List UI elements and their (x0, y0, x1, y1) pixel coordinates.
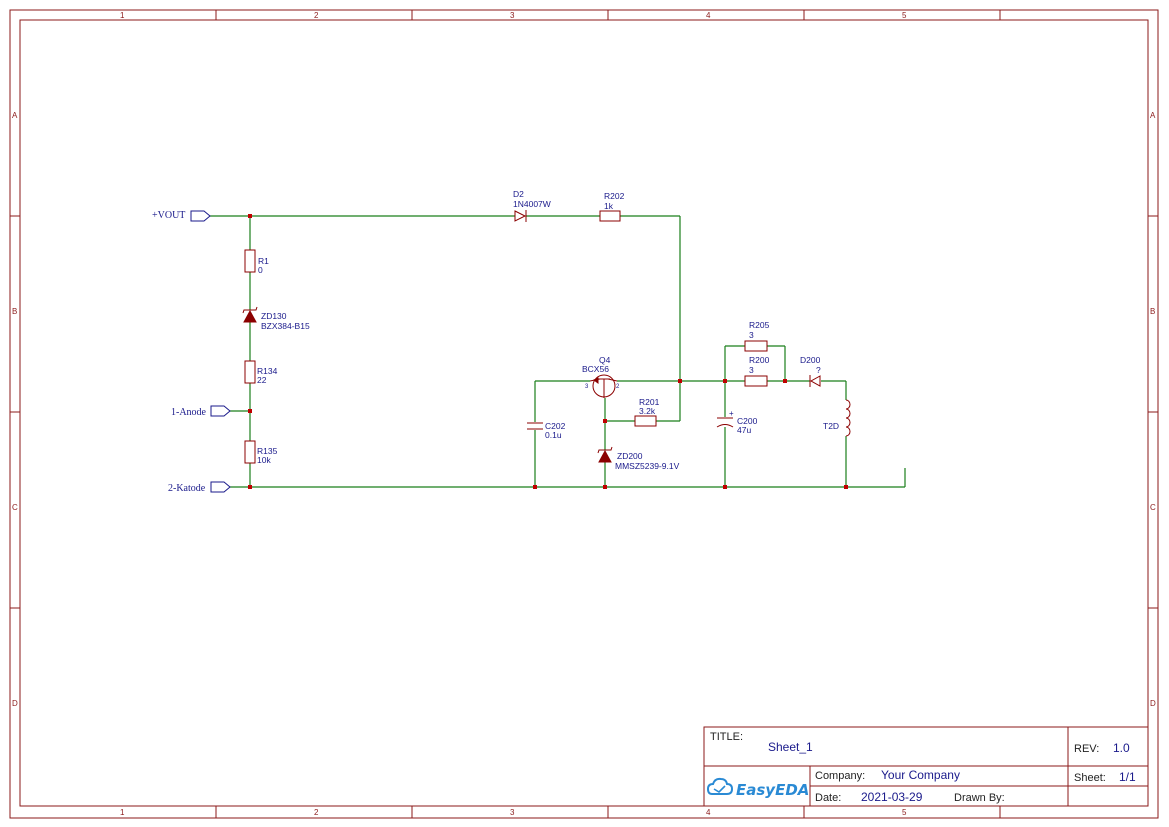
sheet-title: Sheet_1 (768, 740, 813, 754)
col-label-bottom: 5 (902, 808, 907, 817)
svg-text:0: 0 (258, 265, 263, 275)
svg-text:MMSZ5239-9.1V: MMSZ5239-9.1V (615, 461, 680, 471)
row-label-right: D (1150, 699, 1156, 708)
port-katode: 2-Katode (168, 481, 231, 494)
port-label: 1-Anode (171, 407, 207, 418)
svg-text:R205: R205 (749, 320, 770, 330)
svg-text:0.1u: 0.1u (545, 430, 562, 440)
svg-text:BCX56: BCX56 (582, 364, 609, 374)
svg-text:R202: R202 (604, 191, 625, 201)
col-label-top: 2 (314, 11, 319, 20)
date-label: Date: (815, 792, 841, 804)
resistor-r200: R200 3 (744, 355, 770, 387)
svg-text:?: ? (816, 365, 821, 375)
svg-text:47u: 47u (737, 425, 751, 435)
wires (210, 215, 906, 488)
resistor-r135: R135 10k (244, 440, 278, 465)
sheet-label: Sheet: (1074, 772, 1106, 784)
transistor-q4: Q4 BCX56 3 2 (582, 355, 620, 398)
svg-text:ZD200: ZD200 (617, 451, 643, 461)
port-label: +VOUT (152, 210, 185, 221)
svg-text:22: 22 (257, 375, 267, 385)
title-block: TITLE: Sheet_1 REV: 1.0 Company: Your Co… (703, 726, 1149, 807)
svg-text:3: 3 (749, 365, 754, 375)
resistor-r205: R205 3 (744, 320, 770, 352)
inductor-t2d: T2D (823, 399, 851, 437)
svg-text:T2D: T2D (823, 421, 839, 431)
col-label-top: 3 (510, 11, 515, 20)
svg-text:EasyEDA: EasyEDA (736, 781, 809, 799)
port-anode: 1-Anode (171, 405, 231, 418)
svg-text:10k: 10k (257, 455, 271, 465)
svg-text:BZX384-B15: BZX384-B15 (261, 321, 310, 331)
svg-text:1k: 1k (604, 201, 614, 211)
svg-text:ZD130: ZD130 (261, 311, 287, 321)
drawn-by-label: Drawn By: (954, 792, 1005, 804)
row-label-right: C (1150, 503, 1156, 512)
col-label-bottom: 4 (706, 808, 711, 817)
company-label: Company: (815, 770, 865, 782)
resistor-r134: R134 22 (244, 360, 278, 385)
svg-text:3.2k: 3.2k (639, 406, 656, 416)
svg-text:D200: D200 (800, 355, 821, 365)
row-label-right: B (1150, 307, 1155, 316)
col-label-bottom: 1 (120, 808, 125, 817)
zener-zd130: ZD130 BZX384-B15 (242, 306, 310, 331)
row-label-right: A (1150, 111, 1156, 120)
svg-text:+: + (729, 409, 734, 418)
col-label-top: 4 (706, 11, 711, 20)
port-vout: +VOUT (152, 210, 211, 222)
row-label-left: A (12, 111, 18, 120)
col-label-bottom: 3 (510, 808, 515, 817)
schematic-sheet: 1 2 3 4 5 1 2 3 4 5 A B C D A B C D +VOU… (9, 9, 1159, 819)
date-value: 2021-03-29 (861, 790, 923, 804)
title-label: TITLE: (710, 731, 743, 743)
svg-text:D2: D2 (513, 189, 524, 199)
svg-text:2: 2 (616, 384, 620, 390)
row-label-left: D (12, 699, 18, 708)
zener-zd200: ZD200 MMSZ5239-9.1V (597, 446, 680, 471)
port-label: 2-Katode (168, 483, 206, 494)
resistor-r201: R201 3.2k (634, 397, 660, 427)
diode-d200: D200 ? (800, 355, 821, 387)
easyeda-logo: EasyEDA (706, 777, 809, 799)
col-label-top: 5 (902, 11, 907, 20)
col-label-bottom: 2 (314, 808, 319, 817)
row-label-left: C (12, 503, 18, 512)
rev-label: REV: (1074, 743, 1099, 755)
svg-text:R200: R200 (749, 355, 770, 365)
svg-text:1N4007W: 1N4007W (513, 199, 551, 209)
svg-text:3: 3 (585, 384, 589, 390)
row-label-left: B (12, 307, 17, 316)
diode-d2: D2 1N4007W (513, 189, 551, 222)
capacitor-c200: + C200 47u (716, 409, 758, 435)
rev-value: 1.0 (1113, 741, 1130, 755)
grid-columns: 1 2 3 4 5 1 2 3 4 5 (120, 10, 1001, 818)
sheet-value: 1/1 (1119, 770, 1136, 784)
col-label-top: 1 (120, 11, 125, 20)
resistor-r1: R1 0 (244, 249, 269, 275)
capacitor-c202: C202 0.1u (527, 421, 566, 440)
svg-text:3: 3 (749, 330, 754, 340)
company-value: Your Company (881, 768, 960, 782)
